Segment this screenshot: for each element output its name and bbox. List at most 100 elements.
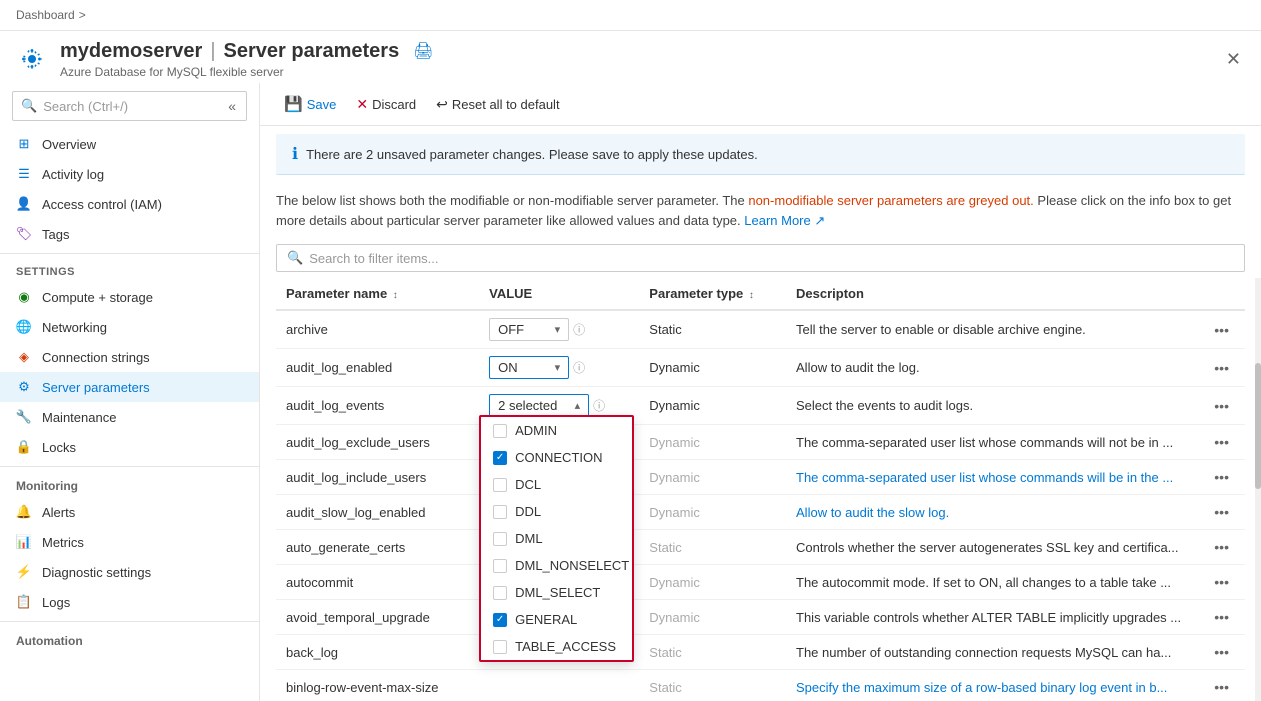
admin-label: ADMIN [515, 423, 557, 438]
dropdown-option-table-access[interactable]: TABLE_ACCESS [481, 633, 632, 660]
desc-highlight: non-modifiable server parameters are gre… [748, 193, 1033, 208]
discard-button[interactable]: ✕ Discard [348, 92, 424, 117]
audit-log-events-dropdown[interactable]: 2 selected ▴ [489, 394, 589, 417]
scrollbar-thumb[interactable] [1255, 363, 1261, 490]
more-actions-button[interactable]: ••• [1208, 432, 1235, 452]
param-name: autocommit [276, 565, 479, 600]
table-row: audit_log_enabled ON ▾ ⓘ Dynamic A [276, 349, 1245, 387]
dml-nonselect-label: DML_NONSELECT [515, 558, 629, 573]
filter-input-wrap[interactable]: 🔍 [276, 244, 1245, 272]
dropdown-option-dml-select[interactable]: DML_SELECT [481, 579, 632, 606]
collapse-button[interactable]: « [226, 96, 238, 116]
dcl-checkbox[interactable] [493, 478, 507, 492]
info-circle-icon[interactable]: ⓘ [593, 397, 605, 414]
sidebar-item-tags[interactable]: 🏷 Tags [0, 219, 259, 249]
param-value-cell[interactable]: OFF ▾ ⓘ [479, 310, 639, 349]
info-circle-icon[interactable]: ⓘ [573, 321, 585, 338]
reset-button[interactable]: ↩ Reset all to default [428, 92, 567, 117]
param-value-cell[interactable] [479, 670, 639, 701]
more-actions-button[interactable]: ••• [1208, 358, 1235, 378]
dropdown-option-ddl[interactable]: DDL [481, 498, 632, 525]
param-value-cell[interactable]: 2 selected ▴ ⓘ ADMIN [479, 387, 639, 425]
more-actions-button[interactable]: ••• [1208, 607, 1235, 627]
more-actions-button[interactable]: ••• [1208, 642, 1235, 662]
dropdown-option-admin[interactable]: ADMIN [481, 417, 632, 444]
sidebar-item-locks[interactable]: 🔒 Locks [0, 432, 259, 462]
search-input[interactable] [43, 99, 220, 114]
col-header-name[interactable]: Parameter name ↕ [276, 278, 479, 310]
server-parameters-icon: ⚙ [16, 379, 32, 395]
info-circle-icon[interactable]: ⓘ [573, 359, 585, 376]
param-description: This variable controls whether ALTER TAB… [786, 600, 1198, 635]
sidebar-item-metrics[interactable]: 📊 Metrics [0, 527, 259, 557]
ddl-checkbox[interactable] [493, 505, 507, 519]
sidebar-item-access-control[interactable]: 👤 Access control (IAM) [0, 189, 259, 219]
more-actions-button[interactable]: ••• [1208, 572, 1235, 592]
dml-checkbox[interactable] [493, 532, 507, 546]
dropdown-option-general[interactable]: ✓ GENERAL [481, 606, 632, 633]
filter-input[interactable] [309, 251, 1234, 266]
sidebar-item-alerts[interactable]: 🔔 Alerts [0, 497, 259, 527]
table-access-checkbox[interactable] [493, 640, 507, 654]
sidebar-item-activity-log[interactable]: ☰ Activity log [0, 159, 259, 189]
close-button[interactable]: ✕ [1222, 45, 1245, 74]
dropdown-option-dml[interactable]: DML [481, 525, 632, 552]
dml-select-checkbox[interactable] [493, 586, 507, 600]
param-type: Static [639, 635, 786, 670]
param-description: Controls whether the server autogenerate… [786, 530, 1198, 565]
general-checkbox[interactable]: ✓ [493, 613, 507, 627]
activity-log-icon: ☰ [16, 166, 32, 182]
archive-dropdown[interactable]: OFF ▾ [489, 318, 569, 341]
param-value-cell[interactable]: ON ▾ ⓘ [479, 349, 639, 387]
dropdown-option-dcl[interactable]: DCL [481, 471, 632, 498]
col-header-description: Descripton [786, 278, 1198, 310]
dropdown-option-connection[interactable]: ✓ CONNECTION [481, 444, 632, 471]
sidebar-item-overview[interactable]: ⊞ Overview [0, 129, 259, 159]
sidebar-item-server-parameters[interactable]: ⚙ Server parameters [0, 372, 259, 402]
param-type: Dynamic [639, 349, 786, 387]
more-actions-button[interactable]: ••• [1208, 677, 1235, 697]
param-type: Dynamic [639, 495, 786, 530]
more-actions-button[interactable]: ••• [1208, 502, 1235, 522]
connection-checkbox[interactable]: ✓ [493, 451, 507, 465]
learn-more-link[interactable]: Learn More ↗ [744, 213, 825, 228]
col-header-type[interactable]: Parameter type ↕ [639, 278, 786, 310]
dml-label: DML [515, 531, 542, 546]
sidebar-item-compute-storage[interactable]: ◉ Compute + storage [0, 282, 259, 312]
sidebar-item-logs[interactable]: 📋 Logs [0, 587, 259, 617]
scrollbar-track[interactable] [1255, 278, 1261, 701]
param-description: Specify the maximum size of a row-based … [786, 670, 1198, 701]
sidebar-divider-1 [0, 253, 259, 254]
networking-icon: 🌐 [16, 319, 32, 335]
param-name: back_log [276, 635, 479, 670]
param-description: The autocommit mode. If set to ON, all c… [786, 565, 1198, 600]
dml-nonselect-checkbox[interactable] [493, 559, 507, 573]
save-button[interactable]: 💾 Save [276, 91, 344, 117]
dropdown-option-dml-nonselect[interactable]: DML_NONSELECT [481, 552, 632, 579]
more-actions-button[interactable]: ••• [1208, 396, 1235, 416]
search-box[interactable]: 🔍 « [12, 91, 247, 121]
admin-checkbox[interactable] [493, 424, 507, 438]
sidebar-item-connection-strings[interactable]: ◈ Connection strings [0, 342, 259, 372]
table-row: autocommit Dynamic The autocommit mode. … [276, 565, 1245, 600]
filter-search-icon: 🔍 [287, 250, 303, 266]
sidebar-item-maintenance[interactable]: 🔧 Maintenance [0, 402, 259, 432]
compute-icon: ◉ [16, 289, 32, 305]
more-actions-button[interactable]: ••• [1208, 467, 1235, 487]
breadcrumb-dashboard[interactable]: Dashboard [16, 8, 75, 22]
param-description: The number of outstanding connection req… [786, 635, 1198, 670]
param-name: auto_generate_certs [276, 530, 479, 565]
more-actions-button[interactable]: ••• [1208, 537, 1235, 557]
table-access-label: TABLE_ACCESS [515, 639, 616, 654]
print-button[interactable]: 🖨 [407, 39, 439, 63]
breadcrumb[interactable]: Dashboard > [16, 8, 86, 22]
sidebar-item-logs-label: Logs [42, 595, 70, 610]
param-name: audit_log_include_users [276, 460, 479, 495]
more-actions-button[interactable]: ••• [1208, 320, 1235, 340]
table-row: binlog-row-event-max-size Static Specify… [276, 670, 1245, 701]
param-name: audit_log_enabled [276, 349, 479, 387]
sidebar-item-diagnostic-settings[interactable]: ⚡ Diagnostic settings [0, 557, 259, 587]
param-name: archive [276, 310, 479, 349]
audit-log-enabled-dropdown[interactable]: ON ▾ [489, 356, 569, 379]
sidebar-item-networking[interactable]: 🌐 Networking [0, 312, 259, 342]
